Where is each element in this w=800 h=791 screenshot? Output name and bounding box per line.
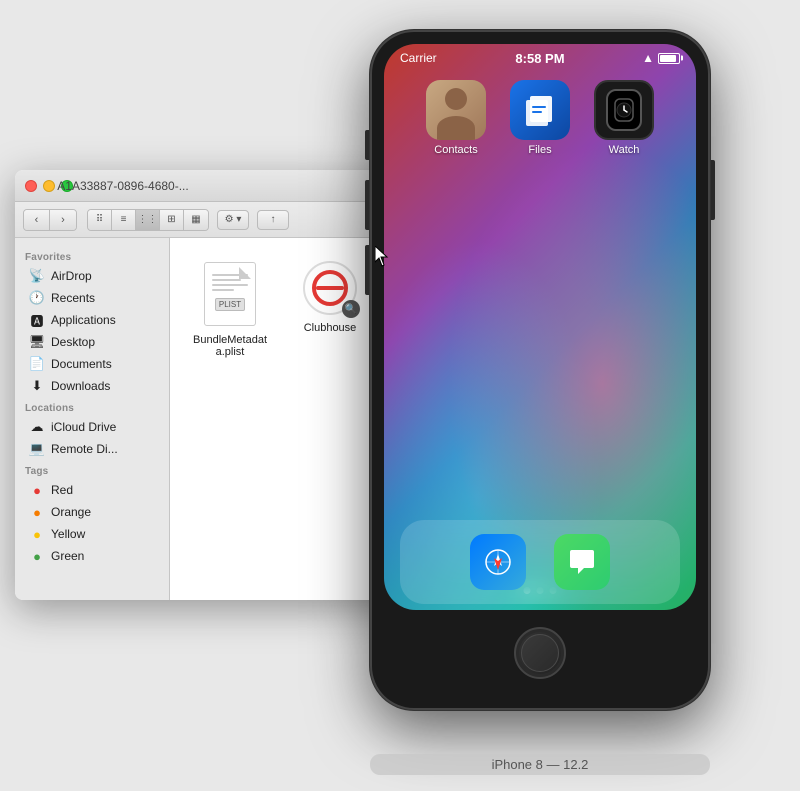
mute-button <box>365 130 369 160</box>
contacts-label: Contacts <box>434 144 477 156</box>
window-title: A1A33887-0896-4680-... <box>23 179 223 193</box>
orange-label: Orange <box>51 505 91 519</box>
app-watch[interactable]: Watch <box>594 80 654 156</box>
file-item-plist[interactable]: PLIST BundleMetadata.plist <box>190 258 270 358</box>
status-right: ▲ <box>642 51 680 65</box>
sidebar-item-applications[interactable]: 🅰 Applications <box>19 309 165 331</box>
iphone-screen: Carrier 8:58 PM ▲ <box>384 44 696 610</box>
forward-button[interactable]: › <box>50 210 76 230</box>
icon-view-button[interactable]: ⠿ <box>88 210 112 230</box>
downloads-icon: ⬇ <box>29 378 45 394</box>
locations-label: Locations <box>15 397 169 416</box>
finder-window: A1A33887-0896-4680-... ‹ › ⠿ ≡ ⋮⋮ ⊞ ▦ ⚙ … <box>15 170 425 600</box>
status-time: 8:58 PM <box>515 51 564 66</box>
gallery-view-button[interactable]: ▦ <box>184 210 208 230</box>
column-view-button[interactable]: ⋮⋮ <box>136 210 160 230</box>
sidebar-item-icloud[interactable]: ☁ iCloud Drive <box>19 416 165 438</box>
sidebar-item-downloads[interactable]: ⬇ Downloads <box>19 375 165 397</box>
battery-icon <box>658 53 680 64</box>
red-label: Red <box>51 483 73 497</box>
documents-icon: 📄 <box>29 356 45 372</box>
applications-icon: 🅰 <box>29 312 45 328</box>
iphone-device: Carrier 8:58 PM ▲ <box>370 30 710 710</box>
volume-down-button <box>365 245 369 295</box>
remote-label: Remote Di... <box>51 442 118 456</box>
iphone-bottom <box>384 610 696 696</box>
finder-toolbar: ‹ › ⠿ ≡ ⋮⋮ ⊞ ▦ ⚙ ▾ ↑ <box>15 202 425 238</box>
airdrop-icon: 📡 <box>29 268 45 284</box>
clubhouse-icon: 🔍 <box>300 258 360 318</box>
list-view-button[interactable]: ≡ <box>112 210 136 230</box>
file-item-clubhouse[interactable]: 🔍 Clubhouse <box>290 258 370 358</box>
tags-label: Tags <box>15 460 169 479</box>
share-button[interactable]: ↑ <box>257 210 289 230</box>
green-tag-icon: ● <box>29 548 45 564</box>
desktop-label: Desktop <box>51 335 95 349</box>
cover-flow-button[interactable]: ⊞ <box>160 210 184 230</box>
power-button <box>711 160 715 220</box>
applications-label: Applications <box>51 313 116 327</box>
watch-icon-img <box>594 80 654 140</box>
nav-buttons: ‹ › <box>23 209 77 231</box>
green-label: Green <box>51 549 84 563</box>
contacts-icon-img <box>426 80 486 140</box>
carrier-text: Carrier <box>400 51 437 65</box>
icloud-icon: ☁ <box>29 419 45 435</box>
sidebar-item-recents[interactable]: 🕐 Recents <box>19 287 165 309</box>
downloads-label: Downloads <box>51 379 110 393</box>
recents-icon: 🕐 <box>29 290 45 306</box>
device-label: iPhone 8 — 12.2 <box>370 754 710 775</box>
iphone-body: Carrier 8:58 PM ▲ <box>370 30 710 710</box>
orange-tag-icon: ● <box>29 504 45 520</box>
sidebar-item-documents[interactable]: 📄 Documents <box>19 353 165 375</box>
red-tag-icon: ● <box>29 482 45 498</box>
files-label: Files <box>528 144 551 156</box>
favorites-label: Favorites <box>15 246 169 265</box>
action-button[interactable]: ⚙ ▾ <box>217 210 249 230</box>
files-icon-img <box>510 80 570 140</box>
home-button[interactable] <box>514 627 566 679</box>
finder-sidebar: Favorites 📡 AirDrop 🕐 Recents 🅰 Applicat… <box>15 238 170 600</box>
clubhouse-filename: Clubhouse <box>304 322 357 334</box>
airdrop-label: AirDrop <box>51 269 92 283</box>
finder-titlebar: A1A33887-0896-4680-... <box>15 170 425 202</box>
sidebar-item-green[interactable]: ● Green <box>19 545 165 567</box>
finder-body: Favorites 📡 AirDrop 🕐 Recents 🅰 Applicat… <box>15 238 425 600</box>
yellow-label: Yellow <box>51 527 85 541</box>
sidebar-item-yellow[interactable]: ● Yellow <box>19 523 165 545</box>
home-button-inner <box>521 634 559 672</box>
battery-fill <box>660 55 676 62</box>
app-contacts[interactable]: Contacts <box>426 80 486 156</box>
dock-messages[interactable] <box>554 534 610 590</box>
desktop-icon: 🖥 <box>29 334 45 350</box>
view-buttons: ⠿ ≡ ⋮⋮ ⊞ ▦ <box>87 209 209 231</box>
sidebar-item-desktop[interactable]: 🖥 Desktop <box>19 331 165 353</box>
iphone-screen-area: Carrier 8:58 PM ▲ <box>384 44 696 610</box>
plist-icon: PLIST <box>200 258 260 330</box>
wifi-icon: ▲ <box>642 51 654 65</box>
app-icons-row: Contacts Files <box>384 80 696 156</box>
dock-safari[interactable] <box>470 534 526 590</box>
icloud-label: iCloud Drive <box>51 420 116 434</box>
status-bar: Carrier 8:58 PM ▲ <box>384 44 696 72</box>
documents-label: Documents <box>51 357 112 371</box>
sidebar-item-airdrop[interactable]: 📡 AirDrop <box>19 265 165 287</box>
recents-label: Recents <box>51 291 95 305</box>
app-files[interactable]: Files <box>510 80 570 156</box>
back-button[interactable]: ‹ <box>24 210 50 230</box>
sidebar-item-remote[interactable]: 💻 Remote Di... <box>19 438 165 460</box>
volume-up-button <box>365 180 369 230</box>
plist-filename: BundleMetadata.plist <box>190 334 270 358</box>
sidebar-item-orange[interactable]: ● Orange <box>19 501 165 523</box>
remote-icon: 💻 <box>29 441 45 457</box>
sidebar-item-red[interactable]: ● Red <box>19 479 165 501</box>
iphone-dock <box>400 520 680 604</box>
yellow-tag-icon: ● <box>29 526 45 542</box>
watch-label: Watch <box>609 144 640 156</box>
